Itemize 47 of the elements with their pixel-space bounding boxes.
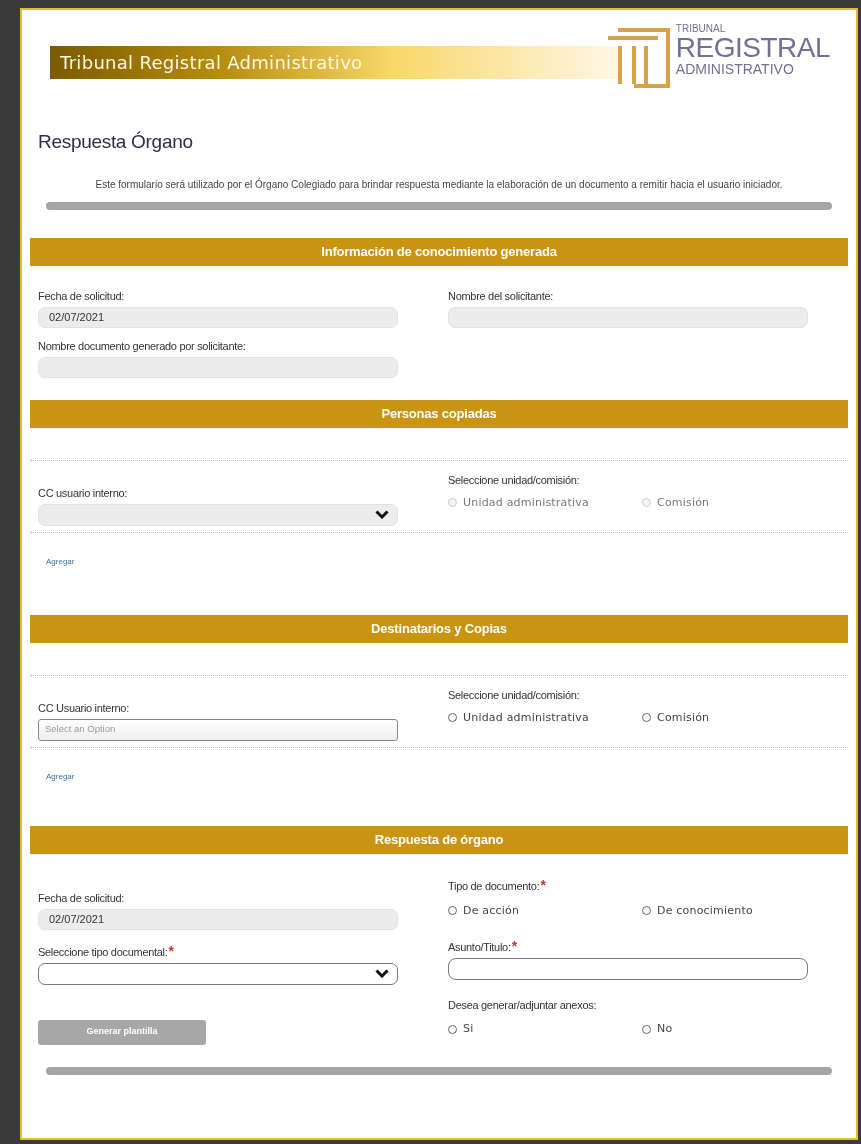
logo-text: REGISTRAL: [675, 34, 830, 62]
field-label: Asunto/Titulo:: [448, 940, 511, 955]
radio-label: Comisión: [657, 709, 710, 726]
radio-label: De conocimiento: [657, 902, 753, 919]
dropdown-select[interactable]: [38, 962, 398, 985]
radio-label: Comisión: [657, 494, 710, 511]
chevron-down-icon: [375, 969, 389, 978]
logo-text: TRIBUNAL: [675, 24, 727, 34]
field-label: Fecha de solicitud:: [38, 890, 125, 906]
field-label: CC usuario interno:: [38, 485, 128, 501]
radio-button[interactable]: [448, 1024, 457, 1034]
section-header: Destinatarios y Copias: [30, 614, 848, 643]
field-label: CC Usuario interno:: [38, 700, 129, 716]
header-banner: Tribunal Registral Administrativo: [50, 46, 620, 79]
required-asterisk: *: [511, 939, 518, 953]
field-label: Fecha de solicitud:: [38, 288, 125, 304]
radio-button[interactable]: [448, 906, 457, 916]
field-label: Seleccione unidad/comisión:: [448, 687, 580, 703]
chevron-down-icon: [375, 510, 389, 519]
field-label: Seleccione tipo documental:: [38, 944, 168, 960]
section-header: Personas copiadas: [30, 399, 848, 428]
form-description: Este formulario será utilizado por el Órgano Colegiado para brindar respuesta mediante la elaboración de un documento a remitir hacia el usuario iniciador.: [94, 177, 784, 192]
radio-label: Unidad administrativa: [463, 494, 589, 511]
radio-button[interactable]: [642, 713, 651, 723]
page-title: Respuesta Órgano: [37, 130, 194, 154]
radio-button[interactable]: [642, 1024, 651, 1034]
radio-label: Unidad administrativa: [463, 709, 589, 726]
field-label: Seleccione unidad/comisión:: [448, 472, 580, 488]
logo-text: ADMINISTRATIVO: [675, 62, 795, 76]
section-header: Información de conocimiento generada: [30, 237, 848, 266]
field-label: Nombre del solicitante:: [448, 288, 553, 304]
field-label: Nombre documento generado por solicitante:: [38, 338, 246, 354]
readonly-field: 02/07/2021: [38, 306, 398, 328]
radio-label: Si: [463, 1021, 474, 1037]
section-header: Respuesta de órgano: [30, 825, 848, 854]
field-label: Tipo de documento:: [448, 878, 540, 894]
add-link[interactable]: Agregar: [46, 771, 75, 781]
subject-input[interactable]: [448, 958, 808, 980]
add-link[interactable]: Agregar: [46, 556, 75, 566]
readonly-field: 02/07/2021: [38, 908, 398, 930]
required-asterisk: *: [540, 877, 546, 892]
radio-label: No: [657, 1021, 673, 1037]
required-asterisk: *: [168, 943, 174, 958]
radio-label: De acción: [463, 902, 520, 919]
field-label: Desea generar/adjuntar anexos:: [448, 998, 597, 1013]
radio-button[interactable]: [448, 713, 457, 723]
radio-button[interactable]: [642, 906, 651, 916]
